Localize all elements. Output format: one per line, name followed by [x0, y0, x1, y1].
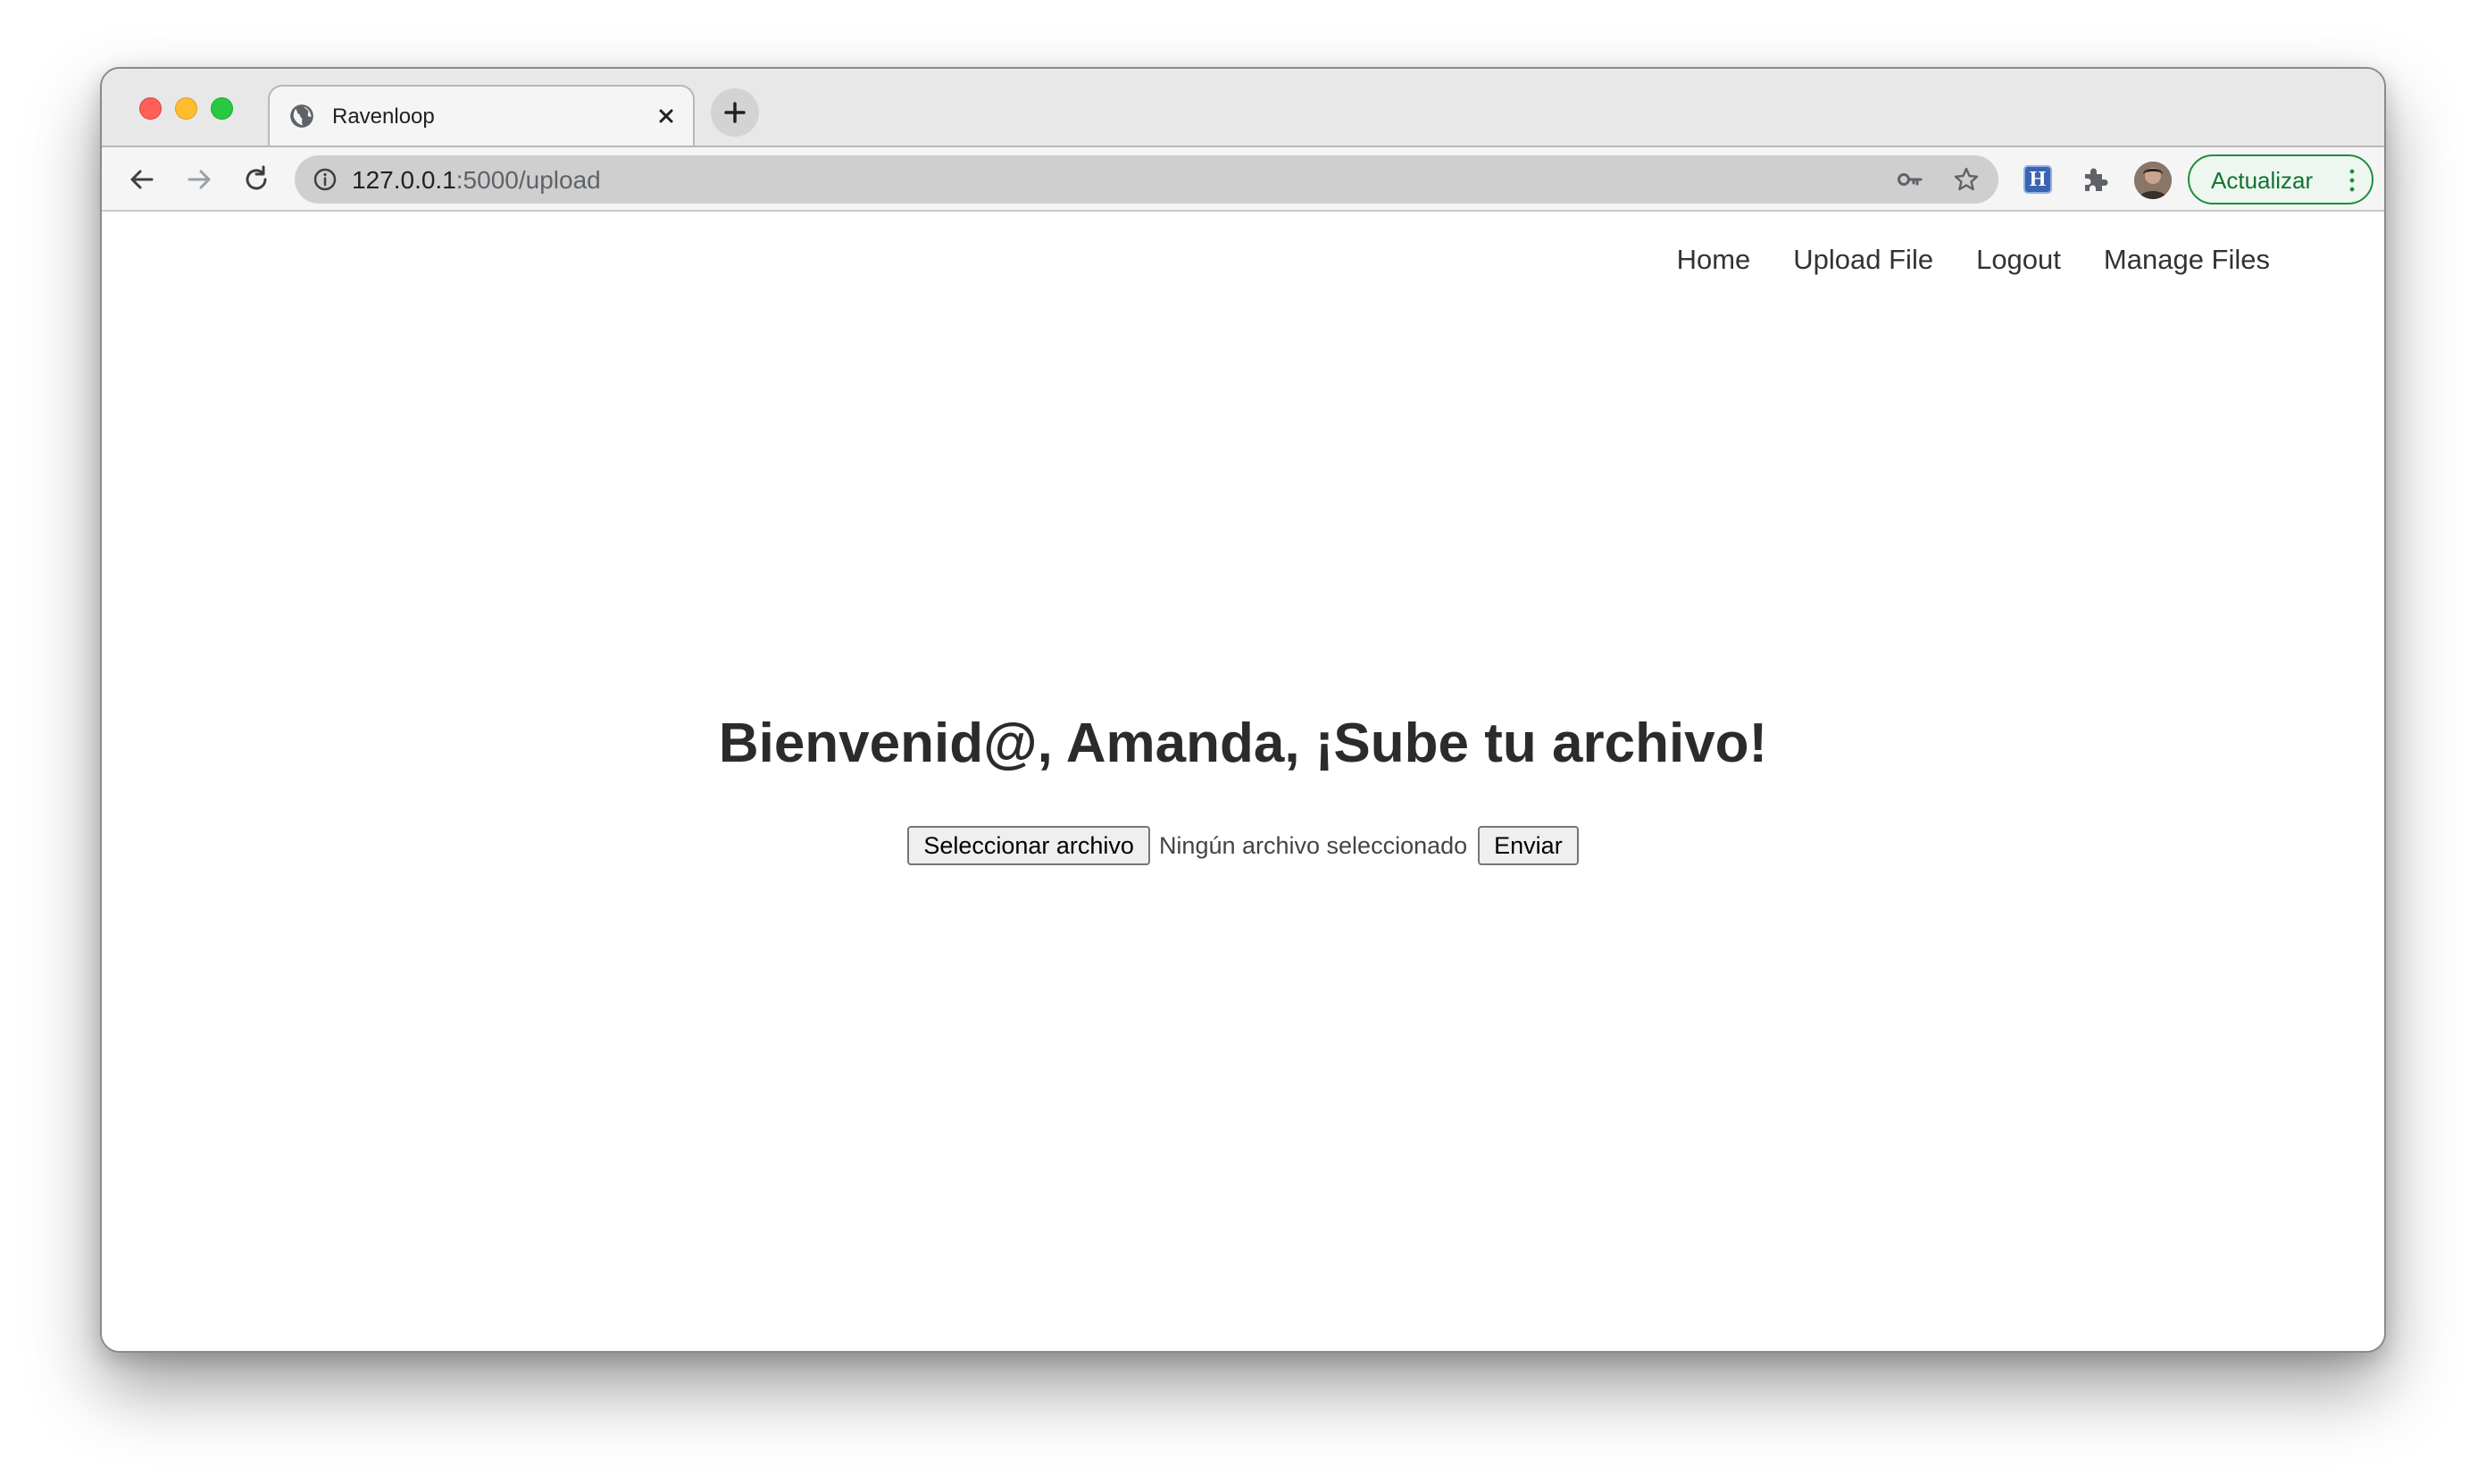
minimize-window-button[interactable]: [175, 97, 197, 120]
browser-window: Ravenloop 127.0.0.1:5000/upload H Actual…: [100, 67, 2386, 1353]
update-label: Actualizar: [2211, 167, 2314, 194]
browser-toolbar: 127.0.0.1:5000/upload H Actualizar: [102, 146, 2384, 212]
url-text[interactable]: 127.0.0.1:5000/upload: [352, 167, 601, 194]
globe-icon: [290, 104, 313, 128]
profile-avatar[interactable]: [2134, 162, 2172, 199]
avatar-photo: [2134, 162, 2172, 199]
address-bar[interactable]: 127.0.0.1:5000/upload: [295, 155, 1998, 204]
new-tab-button[interactable]: [711, 88, 759, 137]
welcome-heading: Bienvenid@, Amanda, ¡Sube tu archivo!: [718, 713, 1768, 774]
site-nav: Home Upload File Logout Manage Files: [1677, 244, 2270, 276]
zoom-window-button[interactable]: [211, 97, 233, 120]
url-host: 127.0.0.1: [352, 166, 456, 194]
upload-form: Seleccionar archivo Ningún archivo selec…: [102, 826, 2384, 865]
bookmark-star-icon[interactable]: [1952, 165, 1981, 194]
close-window-button[interactable]: [139, 97, 162, 120]
more-vert-icon[interactable]: [2348, 167, 2356, 194]
key-icon[interactable]: [1897, 166, 1923, 193]
browser-tab[interactable]: Ravenloop: [268, 85, 695, 147]
web-page: Home Upload File Logout Manage Files Bie…: [102, 212, 2384, 1351]
close-tab-icon[interactable]: [652, 102, 680, 130]
reload-icon[interactable]: [239, 163, 273, 196]
nav-link-manage-files[interactable]: Manage Files: [2104, 244, 2270, 276]
submit-button[interactable]: Enviar: [1478, 826, 1579, 865]
extension-h-icon[interactable]: H: [2023, 165, 2052, 194]
nav-link-upload-file[interactable]: Upload File: [1793, 244, 1933, 276]
tab-strip: Ravenloop: [102, 69, 2384, 147]
site-info-icon[interactable]: [313, 167, 338, 192]
extensions-puzzle-icon[interactable]: [2079, 163, 2111, 196]
nav-link-logout[interactable]: Logout: [1976, 244, 2061, 276]
screenshot-stage: Ravenloop 127.0.0.1:5000/upload H Actual…: [0, 0, 2486, 1484]
forward-arrow-icon[interactable]: [182, 163, 216, 196]
choose-file-button[interactable]: Seleccionar archivo: [907, 826, 1150, 865]
nav-link-home[interactable]: Home: [1677, 244, 1751, 276]
update-chrome-button[interactable]: Actualizar: [2188, 154, 2373, 204]
plus-icon: [724, 102, 746, 123]
url-path: :5000/upload: [455, 166, 601, 194]
file-status-text: Ningún archivo seleccionado: [1158, 832, 1468, 859]
back-arrow-icon[interactable]: [125, 163, 159, 196]
tab-title: Ravenloop: [332, 104, 435, 129]
